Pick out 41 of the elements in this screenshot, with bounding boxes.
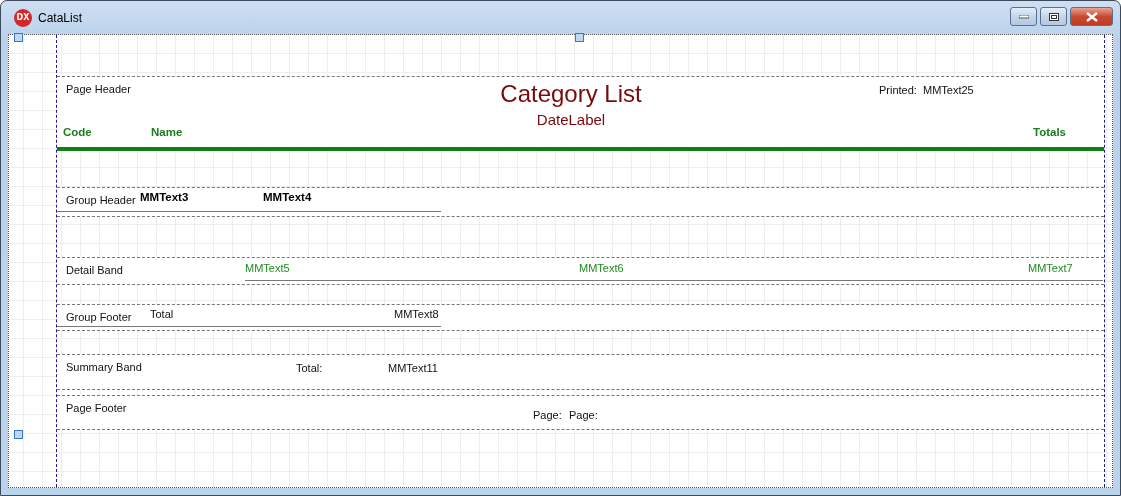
band-label: Detail Band [66, 264, 123, 276]
selection-handle[interactable] [575, 33, 584, 42]
report-title: Category List [499, 80, 643, 108]
app-logo-icon: DX [14, 8, 32, 27]
field-label: MMText5 [245, 262, 290, 274]
window-title: CataList [38, 10, 83, 25]
band-label: Summary Band [66, 361, 142, 373]
text-label: MMText8 [394, 308, 439, 320]
field-label: MMText6 [579, 262, 624, 274]
text-label: Total: [296, 362, 323, 374]
band-label: Page Header [66, 83, 131, 95]
close-button[interactable] [1070, 7, 1113, 26]
field-label: MMText3 [140, 191, 189, 203]
report-band[interactable]: Page Header Category List DateLabel Printed: MMText25 Code Name Totals [57, 76, 1104, 151]
minimize-icon [1018, 14, 1029, 19]
date-label: DateLabel [535, 111, 607, 128]
report-band[interactable]: Group Footer Total MMText8 [57, 304, 1104, 331]
band-label: Group Footer [66, 311, 132, 323]
report-band[interactable]: Group Header MMText3 MMText4 [57, 187, 1104, 217]
selection-handle[interactable] [14, 33, 23, 42]
field-label: MMText7 [1028, 262, 1073, 274]
band-label: Group Header [66, 194, 136, 206]
restore-icon [1048, 12, 1059, 21]
maximize-button[interactable] [1040, 7, 1067, 26]
text-label: Printed: [879, 84, 917, 96]
close-icon [1085, 11, 1098, 22]
report-band[interactable]: Summary Band Total: MMText11 [57, 354, 1104, 390]
field-label: MMText4 [263, 191, 312, 203]
band-label: Page Footer [66, 402, 127, 414]
column-heading: Code [63, 126, 92, 138]
text-label: MMText25 [923, 84, 974, 96]
text-label: Page: [569, 409, 598, 421]
report-band[interactable]: Page Footer Page: Page: [57, 395, 1104, 430]
report-band[interactable]: Detail Band MMText5 MMText6 MMText7 [57, 257, 1104, 285]
column-heading: Totals [1033, 126, 1066, 138]
selection-handle[interactable] [14, 430, 23, 439]
column-heading: Name [151, 126, 183, 138]
text-label: Total [150, 308, 174, 320]
text-label: MMText11 [388, 362, 438, 374]
text-label: Page: [533, 409, 562, 421]
minimize-button[interactable] [1010, 7, 1037, 26]
